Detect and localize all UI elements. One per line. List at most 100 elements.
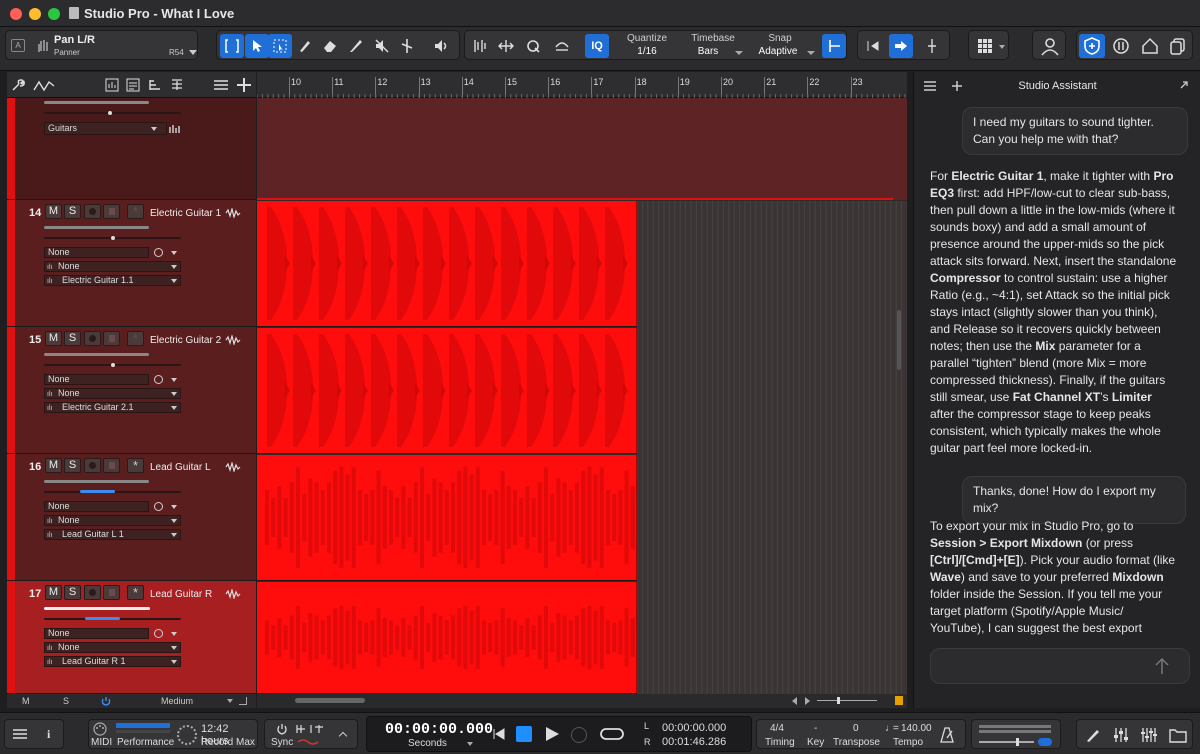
scroll-right-icon[interactable] — [805, 697, 810, 705]
bend-tool-icon[interactable] — [468, 34, 492, 58]
audio-region[interactable] — [257, 201, 637, 326]
arrow-tool-icon[interactable] — [245, 34, 269, 58]
track-row[interactable]: 15 M S * Electric Guitar 2 None None ılı… — [7, 327, 256, 454]
timeline-ruler[interactable]: 10 11 12 13 14 15 16 17 18 19 20 21 22 23 — [257, 72, 907, 98]
folder-name-field[interactable]: Guitars — [44, 122, 167, 135]
pan-knob[interactable] — [108, 111, 112, 115]
send-select[interactable]: None — [44, 515, 181, 526]
master-toggle[interactable] — [1038, 738, 1052, 746]
paint-tool-icon[interactable] — [344, 34, 368, 58]
chevron-down-icon[interactable] — [171, 646, 177, 650]
timebase-value[interactable]: Bars — [681, 46, 735, 57]
track-name[interactable]: Lead Guitar L — [150, 462, 211, 473]
folder-track[interactable]: Guitars — [7, 98, 256, 200]
input-select[interactable]: None — [44, 374, 149, 385]
zoom-fit-icon[interactable] — [895, 696, 903, 705]
time-unit-label[interactable]: Seconds — [408, 738, 447, 749]
loop-end-time[interactable]: 00:01:46.286 — [662, 736, 726, 748]
stretch-tool-icon[interactable] — [494, 34, 518, 58]
zoom-slider-handle[interactable] — [837, 697, 840, 704]
marker-icon[interactable] — [920, 34, 944, 58]
minimize-window-button[interactable] — [29, 8, 41, 20]
zoom-slider[interactable] — [817, 700, 877, 701]
metronome-icon[interactable] — [938, 727, 956, 743]
chevron-down-icon[interactable] — [171, 660, 177, 664]
split-tool-icon[interactable] — [395, 34, 419, 58]
quantize-button[interactable] — [521, 34, 545, 58]
solo-button[interactable]: S — [64, 458, 81, 473]
close-window-button[interactable] — [10, 8, 22, 20]
menu-icon[interactable] — [12, 728, 28, 740]
snap-value[interactable]: Adaptive — [748, 46, 808, 57]
output-select[interactable]: Lead Guitar R 1 — [44, 656, 181, 667]
output-select[interactable]: Lead Guitar L 1 — [44, 529, 181, 540]
loop-start-time[interactable]: 00:00:00.000 — [662, 722, 726, 734]
add-track-icon[interactable] — [236, 77, 252, 93]
console-icon[interactable] — [1141, 727, 1157, 743]
layout-group[interactable] — [968, 30, 1009, 60]
record-arm-button[interactable] — [84, 204, 101, 219]
edit-pencil-icon[interactable] — [1085, 727, 1101, 743]
volume-fader[interactable] — [44, 226, 149, 229]
send-select[interactable]: None — [44, 642, 181, 653]
audio-region[interactable] — [257, 328, 637, 453]
track-name[interactable]: Electric Guitar 2 — [150, 335, 221, 346]
horizontal-scrollbar[interactable] — [295, 698, 365, 703]
play-icon[interactable] — [544, 726, 560, 742]
listen-tool-icon[interactable] — [429, 34, 453, 58]
track-row[interactable]: 14 M S * Electric Guitar 1 None None ılı… — [7, 200, 256, 327]
chevron-down-icon[interactable] — [171, 406, 177, 410]
chat-input[interactable] — [930, 648, 1190, 684]
master-volume-slider[interactable] — [979, 741, 1034, 743]
tempo-value[interactable]: 140.00 — [901, 723, 932, 734]
mute-button[interactable]: M — [45, 331, 62, 346]
key-value[interactable]: - — [814, 723, 817, 734]
solo-button[interactable]: S — [64, 204, 81, 219]
input-mode-icon[interactable] — [154, 375, 163, 384]
assistant-shield-icon[interactable] — [1079, 34, 1105, 58]
monitor-button[interactable] — [103, 458, 120, 473]
expand-icon[interactable] — [1179, 80, 1189, 90]
chevron-down-icon[interactable] — [807, 51, 815, 55]
resize-handle[interactable] — [239, 697, 247, 705]
chevron-down-icon[interactable] — [171, 519, 177, 523]
folder-icon[interactable] — [1169, 727, 1187, 743]
snap-toggle-icon[interactable] — [822, 34, 846, 58]
mute-button[interactable]: M — [45, 458, 62, 473]
inspector-panner[interactable]: A Pan L/R Panner R54 — [5, 30, 198, 60]
chevron-down-icon[interactable] — [171, 505, 177, 509]
quantize-value[interactable]: 1/16 — [615, 46, 679, 57]
note-sort-icon[interactable] — [148, 78, 162, 92]
pan-knob[interactable] — [111, 363, 115, 367]
send-select[interactable]: None — [44, 261, 181, 272]
power-icon[interactable] — [101, 696, 111, 706]
chevron-down-icon[interactable] — [227, 699, 233, 703]
stop-button[interactable] — [516, 726, 532, 742]
mute-tool-icon[interactable] — [370, 34, 394, 58]
chevron-down-icon[interactable] — [467, 742, 473, 746]
mute-button[interactable]: M — [45, 204, 62, 219]
freeze-icon[interactable]: * — [127, 585, 144, 600]
folder-levels-icon[interactable] — [168, 123, 180, 134]
list-view-icon[interactable] — [126, 78, 140, 92]
pan-slider[interactable] — [44, 112, 181, 114]
input-select[interactable]: None — [44, 247, 149, 258]
audio-region[interactable] — [257, 455, 637, 580]
arrangement-view[interactable] — [257, 98, 907, 694]
chevron-down-icon[interactable] — [999, 45, 1005, 49]
volume-fader[interactable] — [44, 607, 150, 610]
metronome-icon[interactable] — [295, 723, 325, 735]
chevron-down-icon[interactable] — [189, 50, 197, 55]
record-arm-button[interactable] — [84, 331, 101, 346]
chevron-down-icon[interactable] — [151, 127, 157, 131]
freeze-icon[interactable]: * — [127, 204, 144, 219]
sync-icon[interactable] — [1109, 34, 1133, 58]
track-height-select[interactable]: Medium — [161, 696, 193, 706]
autoscroll-back-icon[interactable] — [861, 34, 885, 58]
track-name[interactable]: Lead Guitar R — [150, 589, 212, 600]
record-arm-button[interactable] — [84, 585, 101, 600]
transpose-value[interactable]: 0 — [853, 723, 859, 734]
zoom-window-button[interactable] — [48, 8, 60, 20]
audio-region[interactable] — [257, 582, 637, 693]
select-range-tool-icon[interactable] — [268, 34, 292, 58]
